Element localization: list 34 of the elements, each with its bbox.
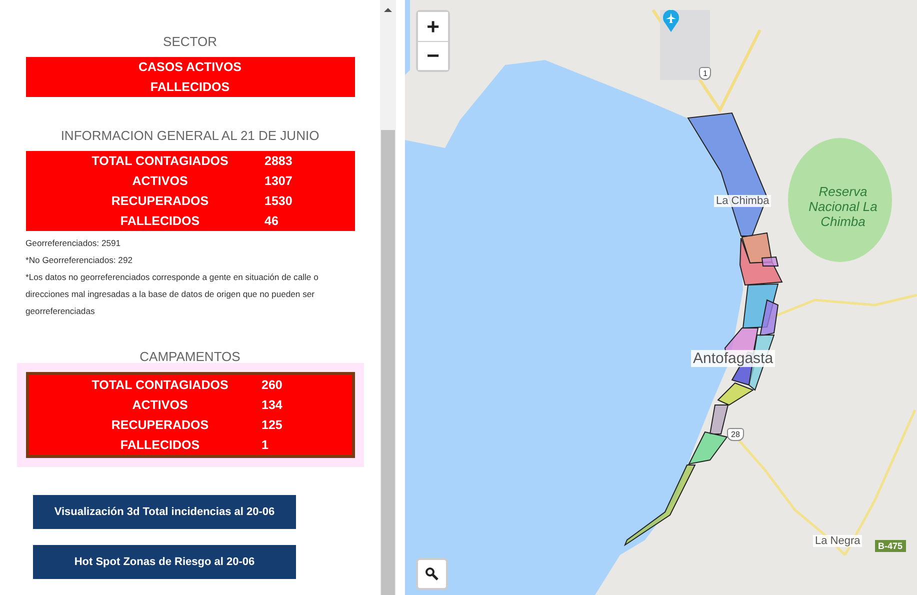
- stat-value: 125: [262, 417, 284, 434]
- stat-label: FALLECIDOS: [119, 437, 201, 454]
- section-title: INFORMACION GENERAL AL 21 DE JUNIO: [60, 128, 320, 143]
- zoom-out-button[interactable]: −: [418, 41, 448, 70]
- stat-label: TOTAL CONTAGIADOS: [90, 377, 230, 394]
- stat-value: 134: [262, 397, 284, 414]
- stat-label: RECUPERADOS: [110, 417, 210, 434]
- place-label: La Chimba: [714, 195, 772, 207]
- place-label: Reserva Nacional La Chimba: [808, 184, 878, 229]
- stat-label: ACTIVOS: [131, 397, 189, 414]
- stat-value: 46: [264, 212, 280, 230]
- section-title: CAMPAMENTOS: [140, 349, 240, 364]
- link-button[interactable]: Visualización 3d Total incidencias al 20-06: [33, 495, 296, 530]
- stat-label: TOTAL CONTAGIADOS: [90, 152, 230, 170]
- link-button[interactable]: Hot Spot Zonas de Riesgo al 20-06: [33, 545, 296, 580]
- note-text: *Los datos no georreferenciados corresponde a gente en situación de calle o direcciones mal ingresadas a la base de datos de origen que no pueden ser georreferenciadas: [26, 270, 320, 318]
- stat-value: 260: [262, 377, 284, 394]
- stat-value: 1: [262, 437, 270, 454]
- note-text: Georreferenciados: 2591: [26, 236, 122, 250]
- stat-label: RECUPERADOS: [110, 192, 210, 210]
- stat-label: ACTIVOS: [131, 172, 189, 190]
- stat-value: 1307: [264, 172, 294, 190]
- stat-label: FALLECIDOS: [119, 212, 201, 230]
- place-label: Antofagasta: [691, 350, 776, 367]
- stat-value: 2883: [264, 152, 294, 170]
- route-shield: 1: [699, 67, 712, 80]
- route-shield: B-475: [875, 540, 906, 552]
- stat-value: 1530: [264, 192, 294, 210]
- section-title: SECTOR: [163, 34, 217, 49]
- note-text: *No Georreferenciados: 292: [26, 254, 134, 267]
- place-label: La Negra: [813, 535, 862, 547]
- sector-text: CASOS ACTIVOS: [137, 59, 243, 76]
- route-shield: 28: [727, 428, 744, 441]
- sector-text: FALLECIDOS: [149, 79, 231, 96]
